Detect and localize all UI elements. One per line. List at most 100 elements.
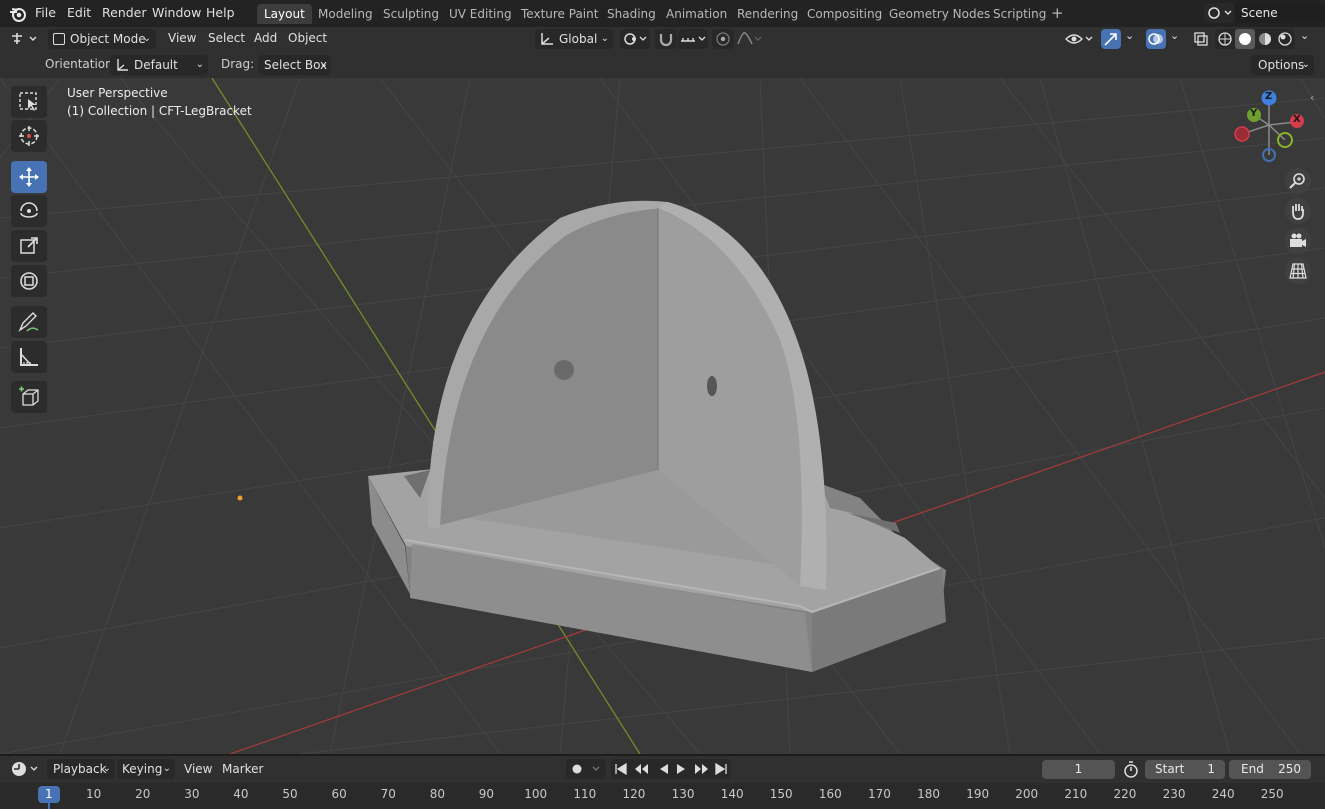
timeline-menu-view[interactable]: View: [184, 762, 212, 776]
tool-scale[interactable]: [11, 230, 47, 262]
tab-layout[interactable]: Layout: [257, 4, 312, 24]
record-icon: [572, 764, 600, 774]
playback-controls[interactable]: [611, 759, 731, 779]
perspective-toggle-button[interactable]: [1285, 258, 1311, 284]
playback-controls-icons: [615, 762, 727, 776]
tab-geometry-nodes[interactable]: Geometry Nodes: [882, 4, 997, 24]
tool-move[interactable]: [11, 161, 47, 193]
tool-annotate[interactable]: [11, 306, 47, 338]
ruler-tick: 50: [282, 787, 298, 801]
tool-measure[interactable]: [11, 341, 47, 373]
pivot-point-button[interactable]: [620, 29, 650, 49]
ruler-tick: 110: [573, 787, 597, 801]
viewport-scene: [0, 78, 1325, 754]
tab-animation[interactable]: Animation: [659, 4, 734, 24]
menu-file[interactable]: File: [35, 5, 56, 20]
end-value: 250: [1278, 762, 1301, 776]
timeline-ruler[interactable]: 1 10 20 30 40 50 60 70 80 90 100 110 120 130 140 150 160…: [0, 783, 1325, 809]
tab-modeling[interactable]: Modeling: [311, 4, 380, 24]
tab-rendering[interactable]: Rendering: [730, 4, 805, 24]
header-menu-add[interactable]: Add: [254, 31, 277, 45]
origin-point: [237, 495, 243, 501]
scene-type-button[interactable]: [1204, 3, 1234, 23]
tab-scripting[interactable]: Scripting: [986, 4, 1053, 24]
tab-sculpting[interactable]: Sculpting: [376, 4, 446, 24]
chevron-down-icon[interactable]: ⌄: [1170, 29, 1179, 42]
tool-select-box[interactable]: [11, 86, 47, 118]
playback-label: Playback: [53, 762, 107, 776]
tab-compositing[interactable]: Compositing: [800, 4, 889, 24]
tool-transform[interactable]: [11, 265, 47, 297]
neg-x-axis-handle[interactable]: [1234, 126, 1250, 142]
proportional-edit-icon: [716, 32, 730, 46]
visibility-button[interactable]: [1063, 29, 1097, 49]
perspective-label: User Perspective: [67, 86, 168, 100]
orientation-selector[interactable]: Default ⌄: [110, 55, 208, 75]
shading-modes[interactable]: [1215, 29, 1295, 49]
tab-uv-editing[interactable]: UV Editing: [442, 4, 519, 24]
falloff-button[interactable]: [735, 29, 765, 49]
auto-keying-toggle[interactable]: [566, 759, 606, 779]
options-button[interactable]: Options ⌄: [1251, 55, 1314, 75]
start-frame-field[interactable]: Start 1: [1145, 760, 1225, 779]
tool-add-cube[interactable]: [11, 381, 47, 413]
hand-icon: [1292, 204, 1304, 220]
header-menu-object[interactable]: Object: [288, 31, 327, 45]
scene-icon: [1208, 7, 1232, 19]
end-frame-field[interactable]: End 250: [1229, 760, 1311, 779]
object-mode-icon: [53, 33, 65, 45]
ruler-tick: 90: [478, 787, 495, 801]
menu-help[interactable]: Help: [206, 5, 235, 20]
drag-value: Select Box: [264, 58, 328, 72]
playback-menu[interactable]: Playback ⌄: [47, 759, 115, 779]
timeline-menu-marker[interactable]: Marker: [222, 762, 263, 776]
snap-toggle[interactable]: [655, 29, 677, 49]
menu-edit[interactable]: Edit: [67, 5, 91, 20]
gizmo-toggle[interactable]: [1101, 29, 1121, 49]
preview-range-toggle[interactable]: [1122, 760, 1140, 779]
blender-logo-icon[interactable]: [9, 5, 27, 23]
gizmo-x-label: X: [1293, 114, 1301, 125]
ruler-tick: 40: [233, 787, 249, 801]
tab-shading[interactable]: Shading: [600, 4, 663, 24]
scene-selector[interactable]: Scene: [1235, 3, 1325, 23]
ruler-tick: 20: [135, 787, 151, 801]
keying-label: Keying: [122, 762, 163, 776]
drag-selector[interactable]: Select Box ⌄: [258, 55, 331, 75]
xray-toggle[interactable]: [1191, 29, 1211, 49]
leg-bracket-model[interactable]: [368, 200, 946, 672]
editor-type-button[interactable]: [8, 29, 42, 49]
transform-orientation-label: Global: [559, 32, 598, 46]
ruler-tick: 210: [1064, 787, 1088, 801]
camera-view-button[interactable]: [1285, 228, 1311, 254]
current-frame-field[interactable]: 1: [1042, 760, 1115, 779]
add-workspace-button[interactable]: +: [1051, 4, 1064, 22]
header-menu-select[interactable]: Select: [208, 31, 245, 45]
chevron-down-icon[interactable]: ⌄: [1125, 29, 1134, 42]
proportional-edit-toggle[interactable]: [712, 29, 734, 49]
shading-mode-icons: [1218, 29, 1292, 49]
transform-orientation-selector[interactable]: Global ⌄: [535, 29, 613, 49]
timeline-editor-type-button[interactable]: [8, 759, 42, 779]
keying-menu[interactable]: Keying ⌄: [117, 759, 175, 779]
mode-selector[interactable]: Object Mode ⌄: [48, 29, 156, 49]
header-menu-view[interactable]: View: [168, 31, 196, 45]
gizmo-icon: [1104, 33, 1117, 46]
menu-render[interactable]: Render: [102, 5, 147, 20]
sidebar-toggle-icon[interactable]: ‹: [1310, 91, 1314, 104]
end-label: End: [1241, 762, 1264, 776]
chevron-down-icon[interactable]: ⌄: [1300, 29, 1309, 42]
tab-texture-paint[interactable]: Texture Paint: [514, 4, 605, 24]
tool-rotate[interactable]: [11, 195, 47, 227]
snap-target-button[interactable]: [678, 29, 708, 49]
pan-button[interactable]: [1285, 198, 1311, 224]
overlay-toggle[interactable]: [1146, 29, 1166, 49]
tool-cursor[interactable]: [11, 120, 47, 152]
zoom-button[interactable]: [1285, 168, 1311, 194]
ruler-tick: 150: [769, 787, 793, 801]
menu-window[interactable]: Window: [152, 5, 201, 20]
3d-viewport[interactable]: Z Y X User Perspective (1) Collection | …: [0, 78, 1325, 754]
cursor-icon: [19, 126, 39, 146]
falloff-curve-icon: [737, 32, 762, 45]
ruler-tick: 180: [917, 787, 940, 801]
